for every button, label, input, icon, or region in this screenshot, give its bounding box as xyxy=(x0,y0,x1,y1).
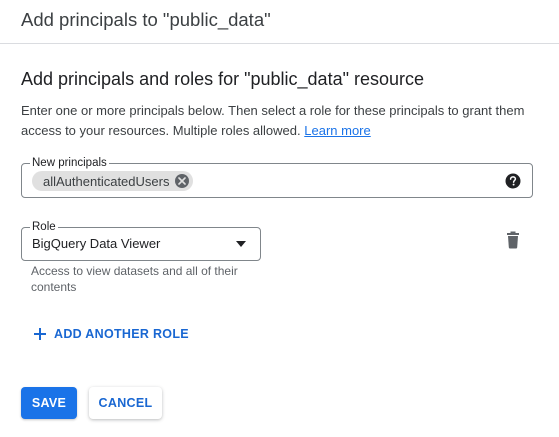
description-text: Enter one or more principals below. Then… xyxy=(21,103,525,138)
role-hint: Access to view datasets and all of their… xyxy=(31,264,238,294)
section-description: Enter one or more principals below. Then… xyxy=(21,101,541,141)
section-title: Add principals and roles for "public_dat… xyxy=(21,69,425,89)
save-button[interactable]: SAVE xyxy=(21,387,77,419)
add-another-role-label: ADD ANOTHER ROLE xyxy=(54,327,189,341)
new-principals-field[interactable]: New principals allAuthenticatedUsers xyxy=(21,155,533,198)
help-circle-icon[interactable] xyxy=(505,173,521,189)
new-principals-label: New principals xyxy=(30,155,109,171)
dialog-title: Add principals to "public_data" xyxy=(21,9,271,30)
role-label: Role xyxy=(30,219,58,235)
role-select[interactable]: Role BigQuery Data Viewer xyxy=(21,219,261,261)
dropdown-arrow-icon xyxy=(236,241,246,247)
dialog-header: Add principals to "public_data" xyxy=(0,0,559,44)
cancel-button[interactable]: CANCEL xyxy=(89,387,162,419)
learn-more-link[interactable]: Learn more xyxy=(304,123,370,138)
trash-icon[interactable] xyxy=(505,231,521,249)
plus-icon xyxy=(33,327,47,341)
remove-chip-icon[interactable] xyxy=(175,174,190,188)
add-another-role-button[interactable]: ADD ANOTHER ROLE xyxy=(33,323,189,345)
principal-chip-label: allAuthenticatedUsers xyxy=(43,173,170,189)
role-value: BigQuery Data Viewer xyxy=(32,236,161,251)
principal-chip: allAuthenticatedUsers xyxy=(32,171,194,191)
